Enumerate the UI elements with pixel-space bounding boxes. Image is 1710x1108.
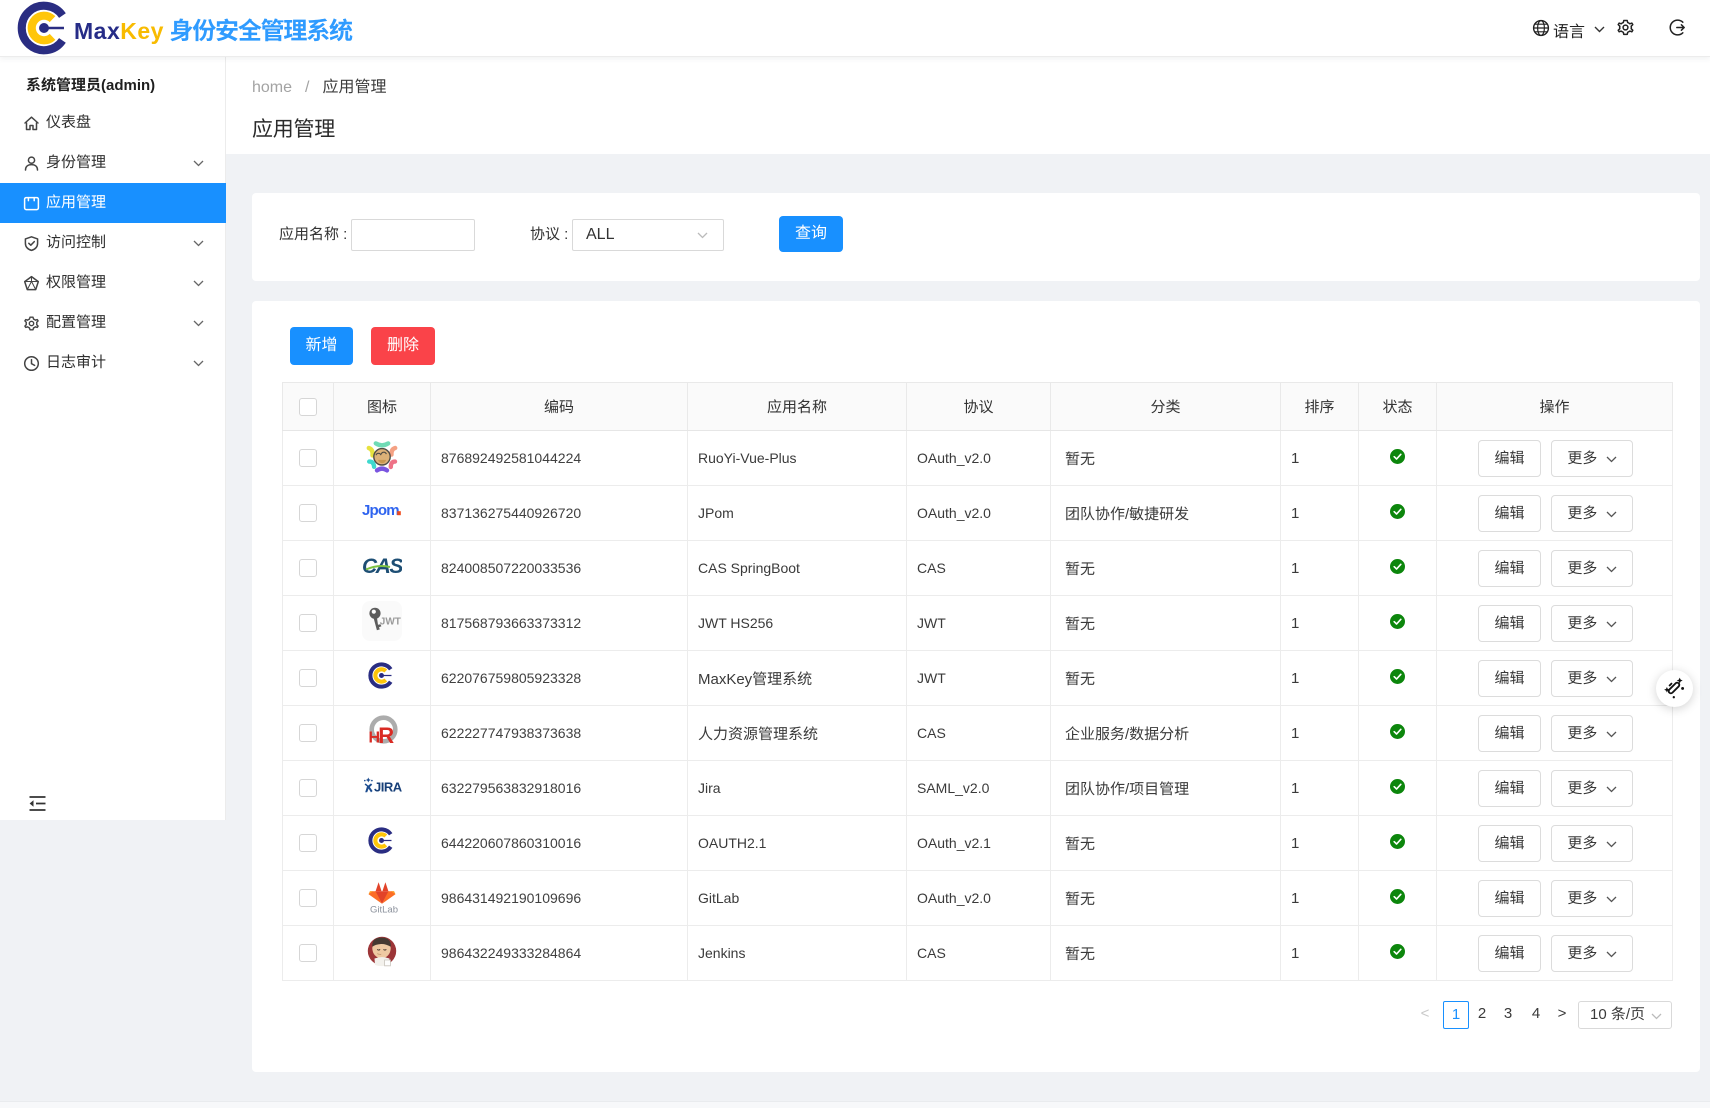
- svg-text:Jpom: Jpom: [362, 502, 399, 519]
- svg-text:R: R: [378, 723, 394, 748]
- svg-text:JIRA: JIRA: [374, 780, 403, 795]
- svg-text:JWT: JWT: [380, 617, 401, 628]
- svg-text:GitLab: GitLab: [370, 905, 398, 915]
